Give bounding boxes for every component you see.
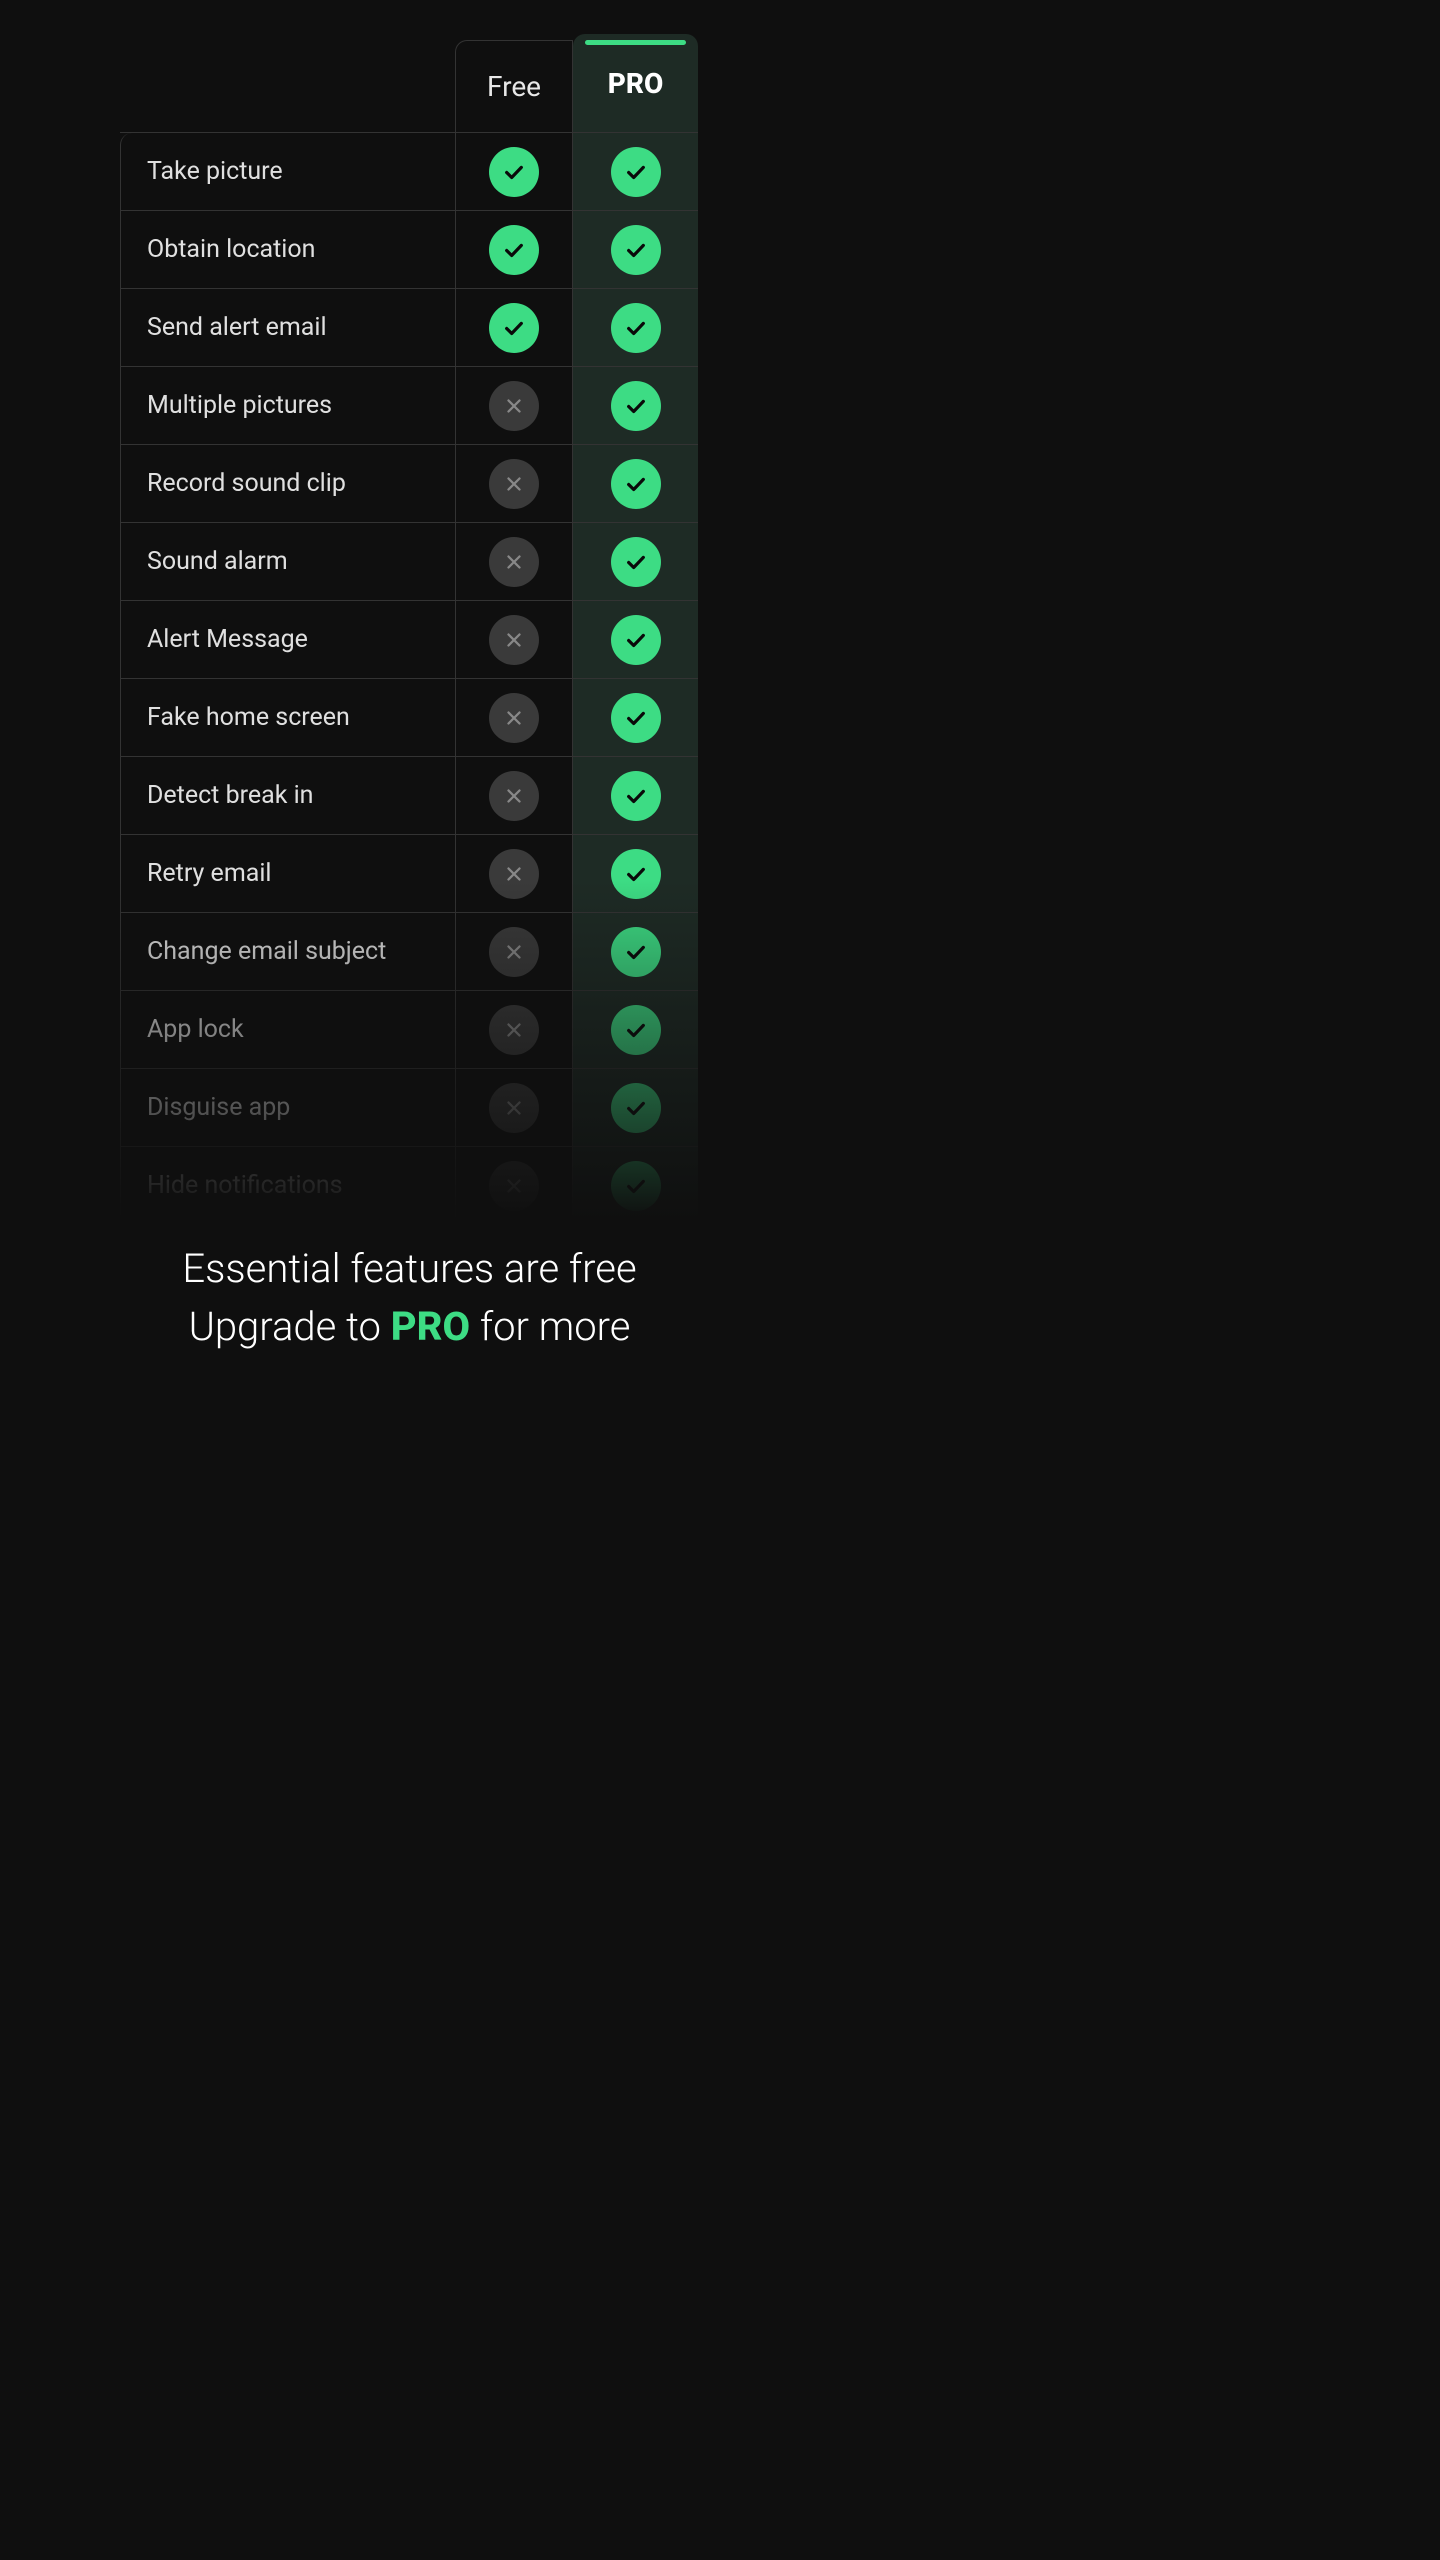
column-header-pro: PRO: [573, 34, 698, 132]
tagline-line2-after: for more: [470, 1303, 630, 1350]
table-body: Take pictureObtain locationSend alert em…: [120, 132, 698, 1224]
cell-free: [455, 601, 573, 678]
check-icon: [611, 303, 661, 353]
cell-pro: [573, 991, 698, 1068]
check-icon: [611, 225, 661, 275]
feature-label: Obtain location: [120, 211, 455, 288]
cell-pro: [573, 679, 698, 756]
feature-label: Hide notifications: [120, 1147, 455, 1224]
table-row: Alert Message: [120, 600, 698, 678]
check-icon: [611, 1005, 661, 1055]
feature-label: Take picture: [120, 133, 455, 210]
cell-pro: [573, 445, 698, 522]
cell-pro: [573, 757, 698, 834]
cell-pro: [573, 601, 698, 678]
table-row: Detect break in: [120, 756, 698, 834]
cell-free: [455, 757, 573, 834]
cell-free: [455, 1147, 573, 1224]
cell-pro: [573, 523, 698, 600]
cross-icon: [489, 1083, 539, 1133]
cross-icon: [489, 1161, 539, 1211]
cell-pro: [573, 1069, 698, 1146]
cross-icon: [489, 927, 539, 977]
table-row: Retry email: [120, 834, 698, 912]
cross-icon: [489, 849, 539, 899]
comparison-table: Free PRO Take pictureObtain locationSend…: [120, 40, 698, 1224]
check-icon: [611, 459, 661, 509]
tagline-line1: Essential features are free: [182, 1245, 636, 1292]
table-row: Hide notifications: [120, 1146, 698, 1224]
cross-icon: [489, 537, 539, 587]
check-icon: [611, 849, 661, 899]
feature-label: Send alert email: [120, 289, 455, 366]
table-row: Sound alarm: [120, 522, 698, 600]
feature-label: App lock: [120, 991, 455, 1068]
header-spacer: [120, 40, 455, 132]
feature-label: Sound alarm: [120, 523, 455, 600]
cell-free: [455, 679, 573, 756]
cell-pro: [573, 913, 698, 990]
feature-label: Retry email: [120, 835, 455, 912]
cross-icon: [489, 1005, 539, 1055]
cross-icon: [489, 615, 539, 665]
check-icon: [611, 147, 661, 197]
cross-icon: [489, 771, 539, 821]
table-header: Free PRO: [120, 40, 698, 132]
check-icon: [611, 1083, 661, 1133]
cell-free: [455, 445, 573, 522]
cross-icon: [489, 693, 539, 743]
feature-label: Change email subject: [120, 913, 455, 990]
cell-pro: [573, 835, 698, 912]
table-row: Record sound clip: [120, 444, 698, 522]
table-row: Obtain location: [120, 210, 698, 288]
feature-label: Multiple pictures: [120, 367, 455, 444]
check-icon: [489, 303, 539, 353]
column-header-free: Free: [455, 40, 573, 132]
cell-pro: [573, 211, 698, 288]
cell-free: [455, 211, 573, 288]
cell-free: [455, 1069, 573, 1146]
tagline-pro-word: PRO: [391, 1303, 470, 1350]
table-row: Send alert email: [120, 288, 698, 366]
feature-label: Record sound clip: [120, 445, 455, 522]
tagline: Essential features are free Upgrade to P…: [0, 1240, 819, 1356]
check-icon: [489, 225, 539, 275]
table-row: Fake home screen: [120, 678, 698, 756]
table-row: Disguise app: [120, 1068, 698, 1146]
table-row: App lock: [120, 990, 698, 1068]
cell-free: [455, 367, 573, 444]
check-icon: [611, 693, 661, 743]
cell-free: [455, 523, 573, 600]
feature-label: Fake home screen: [120, 679, 455, 756]
cell-free: [455, 913, 573, 990]
check-icon: [611, 537, 661, 587]
cell-pro: [573, 133, 698, 210]
check-icon: [611, 615, 661, 665]
check-icon: [611, 771, 661, 821]
cross-icon: [489, 459, 539, 509]
cell-pro: [573, 367, 698, 444]
cell-free: [455, 133, 573, 210]
table-row: Take picture: [120, 132, 698, 210]
feature-label: Alert Message: [120, 601, 455, 678]
table-row: Change email subject: [120, 912, 698, 990]
cross-icon: [489, 381, 539, 431]
feature-label: Disguise app: [120, 1069, 455, 1146]
check-icon: [611, 927, 661, 977]
check-icon: [489, 147, 539, 197]
feature-label: Detect break in: [120, 757, 455, 834]
check-icon: [611, 381, 661, 431]
cell-pro: [573, 1147, 698, 1224]
table-row: Multiple pictures: [120, 366, 698, 444]
cell-free: [455, 835, 573, 912]
cell-pro: [573, 289, 698, 366]
cell-free: [455, 289, 573, 366]
tagline-line2-before: Upgrade to: [189, 1303, 391, 1350]
cell-free: [455, 991, 573, 1068]
check-icon: [611, 1161, 661, 1211]
